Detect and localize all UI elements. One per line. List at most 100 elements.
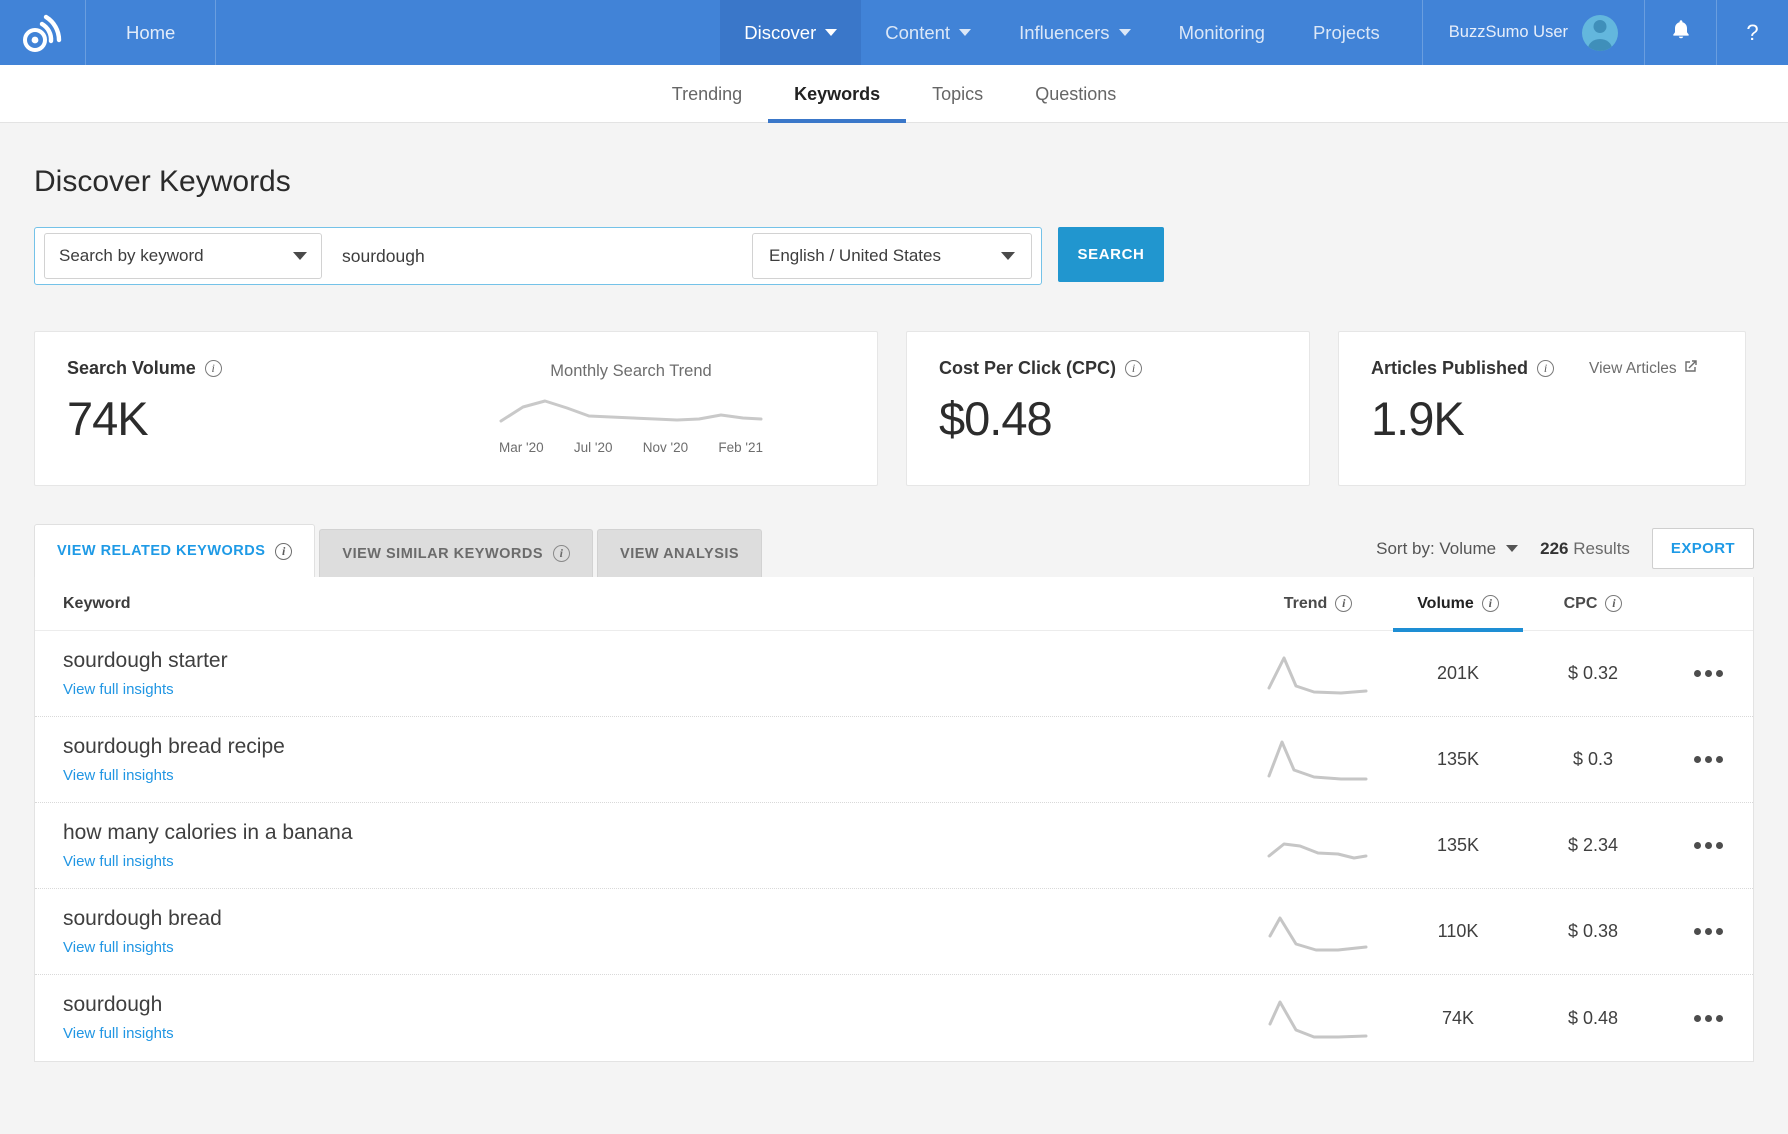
row-menu-button[interactable] <box>1694 928 1723 935</box>
cell-cpc: $ 0.38 <box>1523 921 1663 942</box>
row-menu-button[interactable] <box>1694 842 1723 849</box>
tab-questions-label: Questions <box>1035 84 1116 104</box>
search-box: Search by keyword English / United State… <box>34 227 1042 285</box>
view-full-insights-link[interactable]: View full insights <box>63 1025 174 1042</box>
cell-cpc: $ 2.34 <box>1523 835 1663 856</box>
page-content: Discover Keywords Search by keyword Engl… <box>0 123 1788 1062</box>
cell-volume: 201K <box>1393 663 1523 684</box>
monthly-search-trend-title: Monthly Search Trend <box>497 362 765 381</box>
tab-trending[interactable]: Trending <box>646 84 768 123</box>
nav-item-influencers[interactable]: Influencers <box>995 0 1155 65</box>
nav-primary-items: Discover Content Influencers Monitoring … <box>720 0 1403 65</box>
tab-view-similar-keywords-label: VIEW SIMILAR KEYWORDS <box>342 546 543 562</box>
trend-sparkline <box>1266 820 1370 872</box>
results-tabs-row: VIEW RELATED KEYWORDS i VIEW SIMILAR KEY… <box>34 524 1754 577</box>
tab-topics[interactable]: Topics <box>906 84 1009 123</box>
trend-axis-labels: Mar '20 Jul '20 Nov '20 Feb '21 <box>497 440 765 455</box>
nav-home-label: Home <box>126 22 175 44</box>
tab-view-analysis[interactable]: VIEW ANALYSIS <box>597 529 762 577</box>
row-menu-button[interactable] <box>1694 756 1723 763</box>
cell-actions <box>1663 842 1753 849</box>
sort-by-dropdown[interactable]: Sort by: Volume <box>1376 539 1518 559</box>
trend-axis-tick-0: Mar '20 <box>499 440 544 455</box>
search-button[interactable]: SEARCH <box>1058 227 1164 282</box>
cell-trend <box>1243 906 1393 958</box>
info-icon[interactable]: i <box>205 360 222 377</box>
results-count-number: 226 <box>1540 539 1568 558</box>
tab-view-similar-keywords[interactable]: VIEW SIMILAR KEYWORDS i <box>319 529 593 577</box>
tab-view-related-keywords[interactable]: VIEW RELATED KEYWORDS i <box>34 524 315 577</box>
results-toolbar: Sort by: Volume 226 Results EXPORT <box>1376 528 1754 577</box>
keyword-name: sourdough starter <box>63 649 1243 673</box>
column-header-keyword: Keyword <box>35 595 1243 613</box>
cell-cpc: $ 0.32 <box>1523 663 1663 684</box>
view-articles-label: View Articles <box>1589 360 1677 378</box>
buzzsumo-logo[interactable] <box>0 0 86 65</box>
language-select[interactable]: English / United States <box>752 233 1032 279</box>
view-full-insights-link[interactable]: View full insights <box>63 681 174 698</box>
cpc-header: Cost Per Click (CPC) i <box>939 358 1277 379</box>
bell-icon <box>1671 19 1691 47</box>
column-header-cpc[interactable]: CPC i <box>1523 577 1663 631</box>
language-value: English / United States <box>769 246 941 266</box>
info-icon[interactable]: i <box>1125 360 1142 377</box>
metric-cards: Search Volume i 74K Monthly Search Trend… <box>34 331 1754 486</box>
cell-actions <box>1663 670 1753 677</box>
keywords-table: Keyword Trend i Volume i CPC i sourdough… <box>34 577 1754 1062</box>
view-articles-link[interactable]: View Articles <box>1589 359 1698 378</box>
cpc-label: Cost Per Click (CPC) <box>939 358 1116 379</box>
column-header-trend[interactable]: Trend i <box>1243 577 1393 631</box>
chevron-down-icon <box>825 29 837 36</box>
chevron-down-icon <box>1506 545 1518 552</box>
nav-item-monitoring[interactable]: Monitoring <box>1155 0 1289 65</box>
row-menu-button[interactable] <box>1694 1015 1723 1022</box>
info-icon[interactable]: i <box>275 543 292 560</box>
info-icon[interactable]: i <box>1537 360 1554 377</box>
articles-published-label: Articles Published <box>1371 358 1528 379</box>
trend-axis-tick-1: Jul '20 <box>574 440 613 455</box>
export-button[interactable]: EXPORT <box>1652 528 1754 569</box>
tab-keywords[interactable]: Keywords <box>768 84 906 123</box>
nav-item-content[interactable]: Content <box>861 0 995 65</box>
keyword-name: sourdough bread <box>63 907 1243 931</box>
buzzsumo-rss-logo-icon <box>22 13 64 53</box>
column-header-volume-label: Volume <box>1417 595 1474 613</box>
view-full-insights-link[interactable]: View full insights <box>63 853 174 870</box>
chevron-down-icon <box>1119 29 1131 36</box>
info-icon[interactable]: i <box>1335 595 1352 612</box>
sort-by-label: Sort by: Volume <box>1376 539 1496 559</box>
info-icon[interactable]: i <box>1605 595 1622 612</box>
nav-item-home[interactable]: Home <box>86 0 216 65</box>
notifications-button[interactable] <box>1644 0 1716 65</box>
articles-published-value: 1.9K <box>1371 391 1713 446</box>
nav-discover-label: Discover <box>744 22 816 44</box>
cell-volume: 135K <box>1393 835 1523 856</box>
info-icon[interactable]: i <box>553 545 570 562</box>
nav-right-group: BuzzSumo User ? <box>1422 0 1788 65</box>
info-icon[interactable]: i <box>1482 595 1499 612</box>
user-menu[interactable]: BuzzSumo User <box>1422 0 1644 65</box>
table-header-row: Keyword Trend i Volume i CPC i <box>35 577 1753 631</box>
nav-item-discover[interactable]: Discover <box>720 0 861 65</box>
column-header-volume[interactable]: Volume i <box>1393 577 1523 631</box>
tab-trending-label: Trending <box>672 84 742 104</box>
tab-view-related-keywords-label: VIEW RELATED KEYWORDS <box>57 543 265 559</box>
cell-keyword: sourdough starter View full insights <box>35 649 1243 699</box>
trend-sparkline <box>1266 906 1370 958</box>
view-full-insights-link[interactable]: View full insights <box>63 767 174 784</box>
nav-item-projects[interactable]: Projects <box>1289 0 1404 65</box>
cell-keyword: sourdoughView full insights <box>35 993 1243 1043</box>
help-button[interactable]: ? <box>1716 0 1788 65</box>
cell-actions <box>1663 928 1753 935</box>
keyword-input[interactable] <box>322 233 752 279</box>
search-kind-select[interactable]: Search by keyword <box>44 233 322 279</box>
page-title: Discover Keywords <box>34 165 1754 199</box>
view-full-insights-link[interactable]: View full insights <box>63 939 174 956</box>
row-menu-button[interactable] <box>1694 670 1723 677</box>
cell-cpc: $ 0.3 <box>1523 749 1663 770</box>
tab-questions[interactable]: Questions <box>1009 84 1142 123</box>
cell-keyword: how many calories in a bananaView full i… <box>35 821 1243 871</box>
cell-volume: 74K <box>1393 1008 1523 1029</box>
cell-keyword: sourdough bread recipeView full insights <box>35 735 1243 785</box>
table-row: sourdough breadView full insights110K$ 0… <box>35 889 1753 975</box>
